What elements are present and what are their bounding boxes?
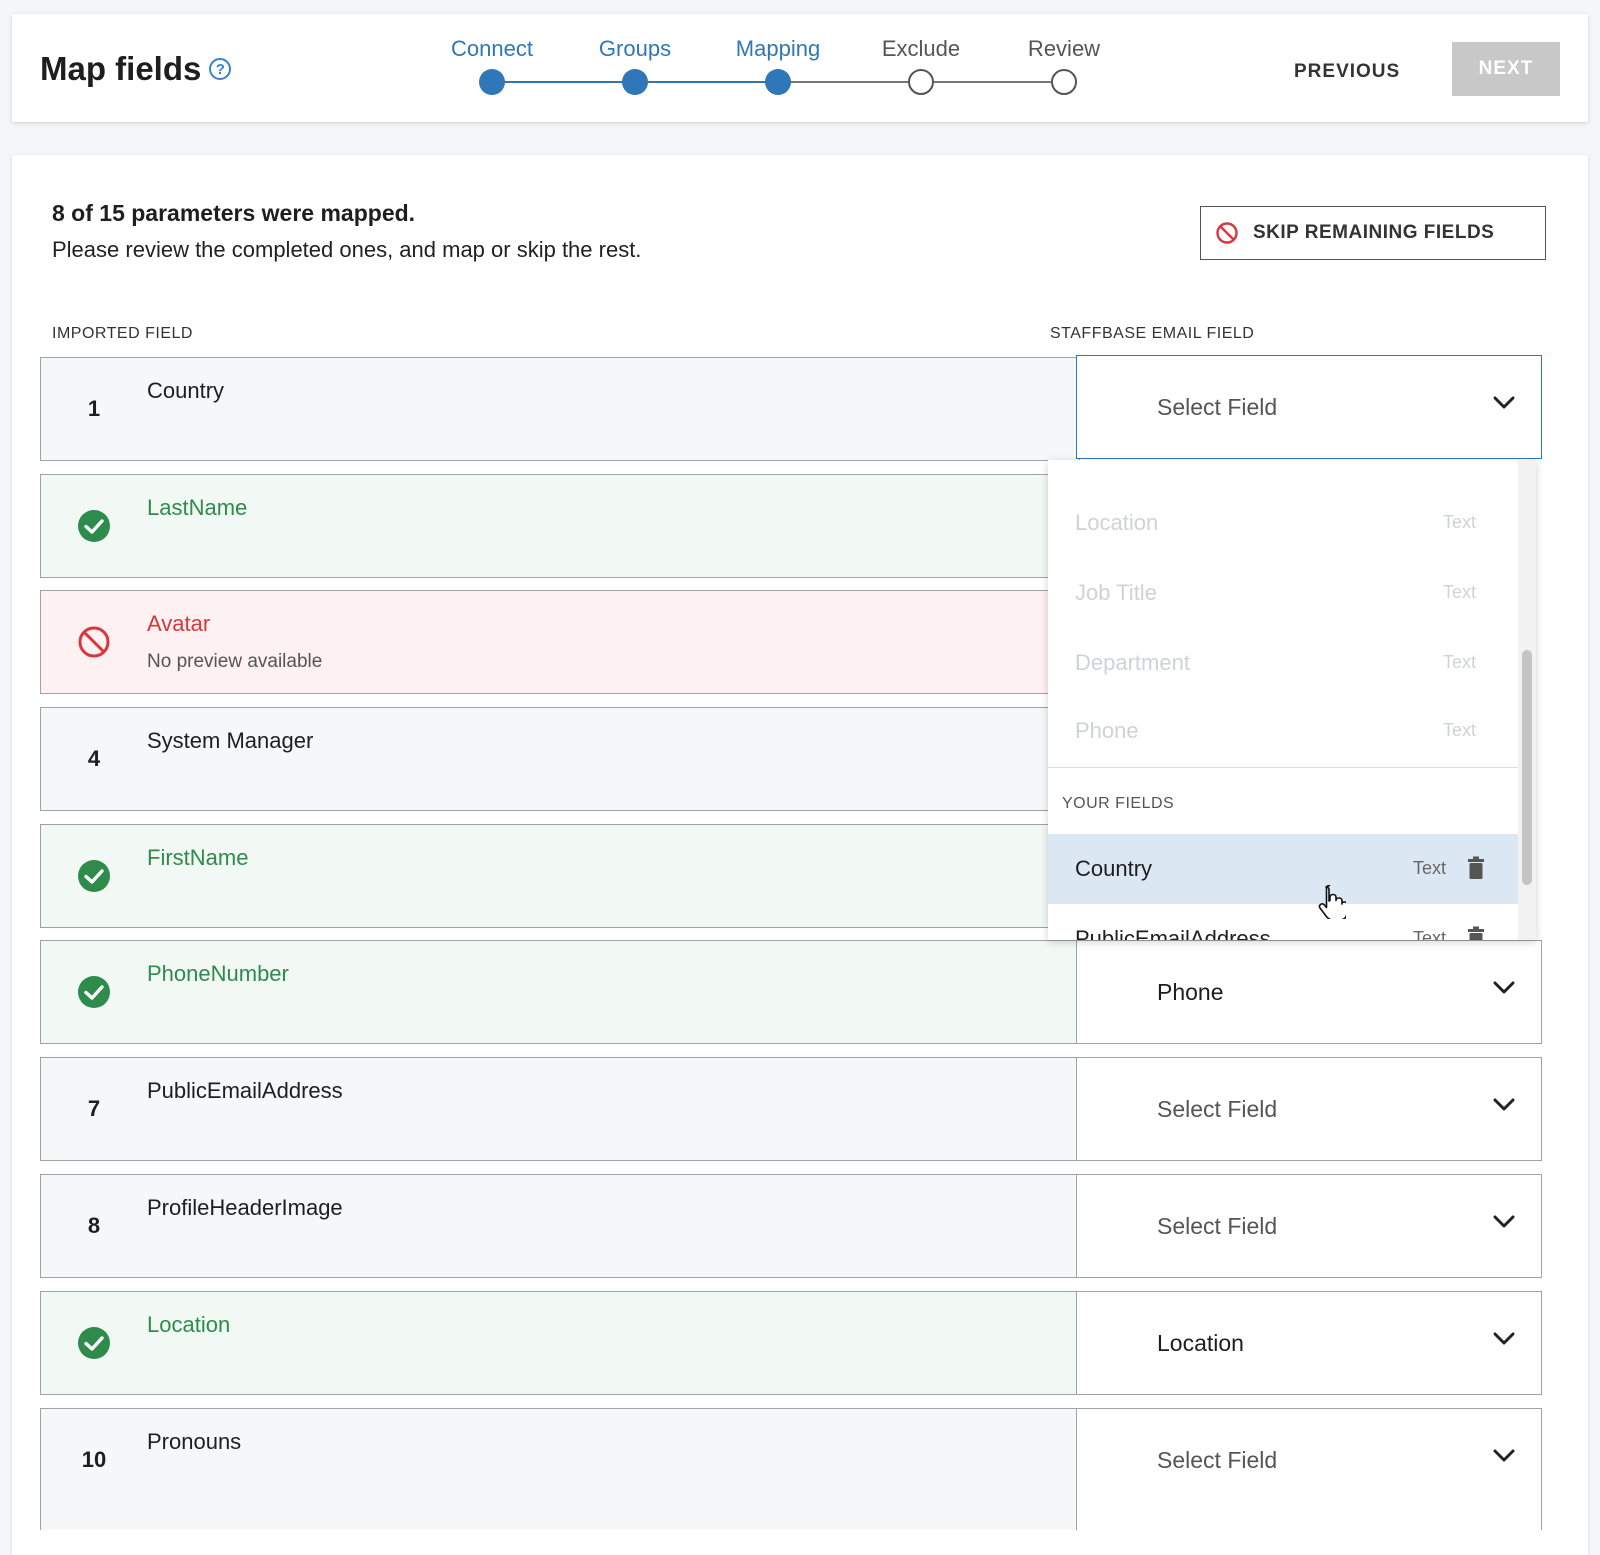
option-label: PublicEmailAddress xyxy=(1075,926,1271,940)
dropdown-option-country[interactable]: Country Text xyxy=(1048,834,1518,904)
mapping-summary-headline: 8 of 15 parameters were mapped. xyxy=(52,200,416,226)
option-label: Location xyxy=(1075,510,1159,535)
dropdown-option: Department Text xyxy=(1048,628,1518,698)
staffbase-field-select-open[interactable]: Select Field xyxy=(1076,355,1542,459)
step-connect-label[interactable]: Connect xyxy=(451,36,533,62)
imported-field-name: Avatar xyxy=(147,611,211,636)
option-type: Text xyxy=(1412,928,1446,940)
step-groups-label[interactable]: Groups xyxy=(599,36,671,62)
dropdown-option: Location Text xyxy=(1048,488,1518,558)
help-circle-icon[interactable]: ? xyxy=(209,58,232,80)
row-number: 8 xyxy=(87,1213,101,1238)
hand-pointer-icon xyxy=(1318,885,1346,919)
field-row: 1 Country xyxy=(40,357,1080,461)
check-circle-icon xyxy=(78,976,110,1008)
dropdown-option-publicemailaddress[interactable]: PublicEmailAddress Text xyxy=(1048,904,1518,940)
page-title-text: Map fields xyxy=(40,50,202,87)
check-circle-icon xyxy=(78,860,110,892)
field-row: 8 ProfileHeaderImage xyxy=(40,1174,1080,1278)
option-type: Text xyxy=(1442,512,1476,532)
option-type: Text xyxy=(1442,652,1476,672)
check-circle-icon xyxy=(78,510,110,542)
select-value: Phone xyxy=(1157,979,1224,1005)
previous-button[interactable]: PREVIOUS xyxy=(1294,54,1400,90)
staffbase-field-select[interactable]: Phone xyxy=(1076,940,1542,1044)
imported-field-name: Location xyxy=(147,1312,231,1337)
chevron-down-icon xyxy=(1493,1098,1515,1111)
mapping-summary-text: Please review the completed ones, and ma… xyxy=(52,237,642,262)
option-label: Department xyxy=(1075,650,1190,675)
chevron-down-icon xyxy=(1493,1332,1515,1345)
next-button[interactable]: NEXT xyxy=(1452,42,1560,96)
imported-field-name: System Manager xyxy=(147,728,314,753)
check-circle-icon xyxy=(78,1327,110,1359)
imported-field-name: PhoneNumber xyxy=(147,961,289,986)
field-preview-text: No preview available xyxy=(147,651,323,672)
field-row: PhoneNumber xyxy=(40,940,1080,1044)
imported-field-name: FirstName xyxy=(147,845,249,870)
row-number: 10 xyxy=(81,1447,107,1472)
dropdown-scrollbar[interactable] xyxy=(1518,460,1536,940)
dropdown-scrollbar-thumb[interactable] xyxy=(1522,650,1532,885)
staffbase-field-select[interactable]: Select Field xyxy=(1076,1408,1542,1530)
select-value: Location xyxy=(1157,1330,1244,1356)
option-type: Text xyxy=(1442,720,1476,740)
chevron-down-icon xyxy=(1493,1449,1515,1462)
staffbase-field-select[interactable]: Select Field xyxy=(1076,1174,1542,1278)
imported-field-name: Country xyxy=(147,378,225,403)
field-dropdown-menu: Location Text Job Title Text Department … xyxy=(1048,460,1536,940)
imported-field-name: LastName xyxy=(147,495,248,520)
trash-icon[interactable] xyxy=(1466,856,1486,880)
wizard-header: Map fields ? Connect Groups Mapping Excl… xyxy=(12,14,1588,122)
chevron-down-icon xyxy=(1493,1215,1515,1228)
select-value: Select Field xyxy=(1157,394,1278,420)
option-label: Job Title xyxy=(1075,580,1157,605)
imported-field-column-header: IMPORTED FIELD xyxy=(52,325,193,342)
step-connect-dot[interactable] xyxy=(479,69,505,95)
field-row: FirstName xyxy=(40,824,1080,928)
skip-remaining-fields-label: SKIP REMAINING FIELDS xyxy=(1253,222,1495,243)
staffbase-field-select[interactable]: Location xyxy=(1076,1291,1542,1395)
page-title: Map fields ? xyxy=(40,50,232,88)
staffbase-field-select[interactable]: Select Field xyxy=(1076,1057,1542,1161)
trash-icon[interactable] xyxy=(1466,926,1486,940)
option-type: Text xyxy=(1412,858,1446,878)
imported-field-name: PublicEmailAddress xyxy=(147,1078,343,1103)
block-icon xyxy=(78,626,110,658)
imported-field-name: ProfileHeaderImage xyxy=(147,1195,343,1220)
step-groups-dot[interactable] xyxy=(622,69,648,95)
field-row: Location xyxy=(40,1291,1080,1395)
step-review-label: Review xyxy=(1027,36,1101,61)
dropdown-section-label: YOUR FIELDS xyxy=(1062,795,1175,812)
step-exclude-label: Exclude xyxy=(881,36,961,61)
option-type: Text xyxy=(1442,582,1476,602)
imported-field-name: Pronouns xyxy=(147,1429,242,1454)
option-label: Country xyxy=(1075,856,1153,881)
step-mapping-dot[interactable] xyxy=(765,69,791,95)
staffbase-field-column-header: STAFFBASE EMAIL FIELD xyxy=(1050,325,1255,342)
step-exclude-dot xyxy=(908,69,934,95)
field-row: 4 System Manager xyxy=(40,707,1080,811)
dropdown-option: Job Title Text xyxy=(1048,558,1518,628)
block-icon xyxy=(1216,222,1238,244)
step-review-dot xyxy=(1051,69,1077,95)
row-number: 7 xyxy=(87,1096,101,1121)
dropdown-divider xyxy=(1048,767,1518,768)
select-value: Select Field xyxy=(1157,1447,1278,1473)
chevron-down-icon xyxy=(1493,396,1515,409)
select-value: Select Field xyxy=(1157,1213,1278,1239)
skip-remaining-fields-button[interactable]: SKIP REMAINING FIELDS xyxy=(1200,206,1546,260)
field-row: 7 PublicEmailAddress xyxy=(40,1057,1080,1161)
row-number: 4 xyxy=(87,746,101,771)
dropdown-option: Phone Text xyxy=(1048,696,1518,766)
field-row: Avatar No preview available xyxy=(40,590,1080,694)
step-mapping-label[interactable]: Mapping xyxy=(736,36,820,62)
select-value: Select Field xyxy=(1157,1096,1278,1122)
chevron-down-icon xyxy=(1493,981,1515,994)
field-row: 10 Pronouns xyxy=(40,1408,1080,1530)
field-row: LastName xyxy=(40,474,1080,578)
row-number: 1 xyxy=(87,396,101,421)
option-label: Phone xyxy=(1075,718,1139,743)
